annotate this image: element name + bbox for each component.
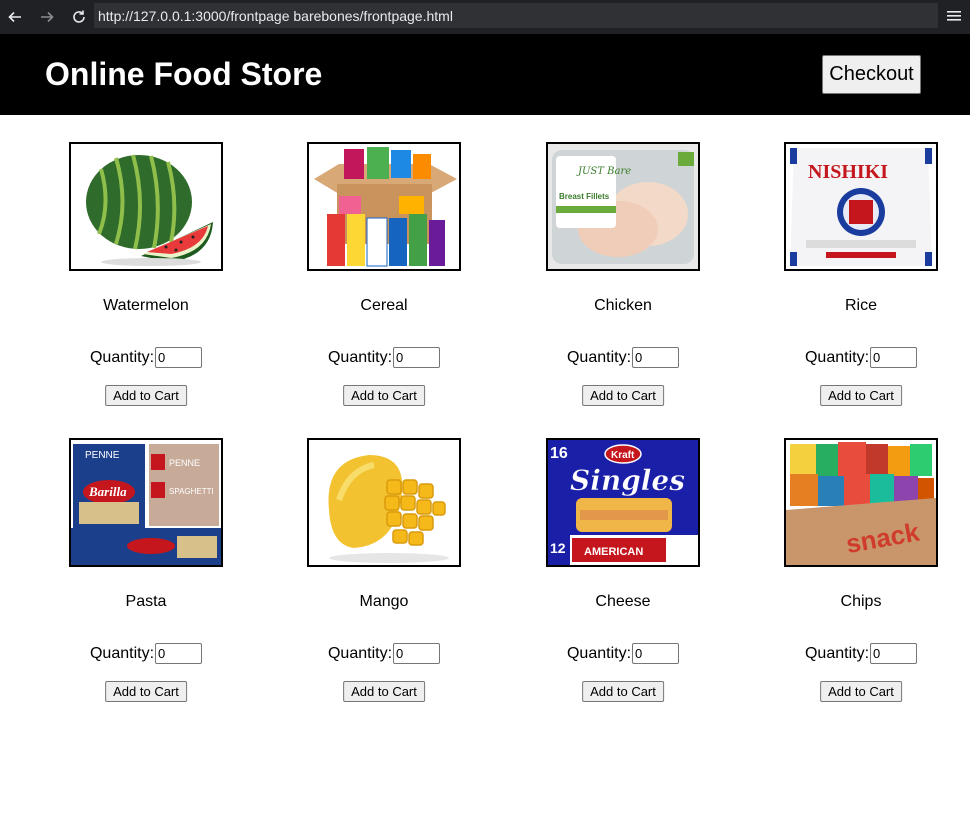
cheese-singles-image: 16 Kraft Singles AMERICAN 12 [546,438,700,567]
chicken-package-image: JUST Bare Breast Fillets [546,142,700,271]
product-card-rice: NISHIKI Rice Quantity: Add to Cart [742,142,970,422]
rice-brand-text: NISHIKI [808,161,888,183]
pasta-box-label-2: SPAGHETTI [169,487,214,496]
quantity-row: Quantity: [27,643,265,664]
quantity-label: Quantity: [566,644,632,662]
quantity-label: Quantity: [804,644,870,662]
quantity-label: Quantity: [89,644,155,662]
pasta-box-label: PENNE [169,458,200,468]
quantity-input[interactable] [632,643,680,664]
quantity-row: Quantity: [504,643,742,664]
pasta-brand-text: Barilla [88,484,127,499]
product-name: Watermelon [103,297,189,314]
svg-text:12: 12 [550,540,566,556]
add-to-cart-button[interactable]: Add to Cart [820,681,902,702]
add-to-cart-button[interactable]: Add to Cart [105,681,187,702]
forward-icon[interactable] [36,6,58,28]
add-to-cart-button[interactable]: Add to Cart [582,385,664,406]
cheese-variant-text: AMERICAN [584,546,643,558]
product-card-cereal: Cereal Quantity: Add to Cart [265,142,503,422]
cheese-label-text: Singles [570,464,685,497]
quantity-row: Quantity: [504,347,742,368]
cheese-brand-text: Kraft [611,450,635,461]
chicken-brand-text: JUST Bare [576,166,631,177]
quantity-input[interactable] [870,347,918,368]
add-to-cart-button[interactable]: Add to Cart [343,385,425,406]
quantity-row: Quantity: [265,347,503,368]
quantity-row: Quantity: [27,347,265,368]
back-icon[interactable] [4,6,26,28]
product-name: Rice [844,297,877,314]
add-to-cart-button[interactable]: Add to Cart [105,385,187,406]
quantity-input[interactable] [870,643,918,664]
product-card-pasta: PENNE SPAGHETTI PENNE Barilla Pasta Quan… [27,438,265,718]
product-name: Mango [359,593,409,610]
chips-box-image: snack [784,438,938,567]
pasta-boxes-image: PENNE SPAGHETTI PENNE Barilla [69,438,223,567]
quantity-input[interactable] [393,643,441,664]
product-name: Pasta [125,593,167,610]
product-card-chicken: JUST Bare Breast Fillets Chicken Quantit… [504,142,742,422]
svg-text:PENNE: PENNE [85,450,120,461]
quantity-input[interactable] [393,347,441,368]
quantity-label: Quantity: [566,348,632,366]
quantity-input[interactable] [632,347,680,368]
quantity-input[interactable] [155,643,203,664]
site-header: Online Food Store Checkout [0,34,970,115]
quantity-row: Quantity: [742,643,970,664]
cereal-box-image [307,142,461,271]
product-card-mango: Mango Quantity: Add to Cart [265,438,503,718]
quantity-row: Quantity: [265,643,503,664]
product-name: Cereal [360,297,408,314]
add-to-cart-button[interactable]: Add to Cart [820,385,902,406]
quantity-label: Quantity: [804,348,870,366]
quantity-label: Quantity: [89,348,155,366]
mango-image [307,438,461,567]
quantity-label: Quantity: [327,348,393,366]
url-text: http://127.0.0.1:3000/frontpage barebone… [98,7,453,24]
product-card-cheese: 16 Kraft Singles AMERICAN 12 Cheese Quan… [504,438,742,718]
quantity-input[interactable] [155,347,203,368]
add-to-cart-button[interactable]: Add to Cart [582,681,664,702]
watermelon-image [69,142,223,271]
product-name: Cheese [595,593,651,610]
browser-toolbar: http://127.0.0.1:3000/frontpage barebone… [0,0,970,34]
reload-icon[interactable] [68,6,90,28]
add-to-cart-button[interactable]: Add to Cart [343,681,425,702]
product-name: Chicken [594,297,652,314]
checkout-button[interactable]: Checkout [822,55,921,94]
product-name: Chips [840,593,882,610]
chicken-label-text: Breast Fillets [559,192,610,201]
svg-text:16: 16 [550,445,568,462]
quantity-label: Quantity: [327,644,393,662]
rice-bag-image: NISHIKI [784,142,938,271]
product-card-watermelon: Watermelon Quantity: Add to Cart [27,142,265,422]
product-card-chips: snack Chips Quantity: Add to Cart [742,438,970,718]
quantity-row: Quantity: [742,347,970,368]
hamburger-menu-icon[interactable] [944,6,964,26]
store-title: Online Food Store [45,56,323,92]
address-bar[interactable]: http://127.0.0.1:3000/frontpage barebone… [94,3,938,28]
